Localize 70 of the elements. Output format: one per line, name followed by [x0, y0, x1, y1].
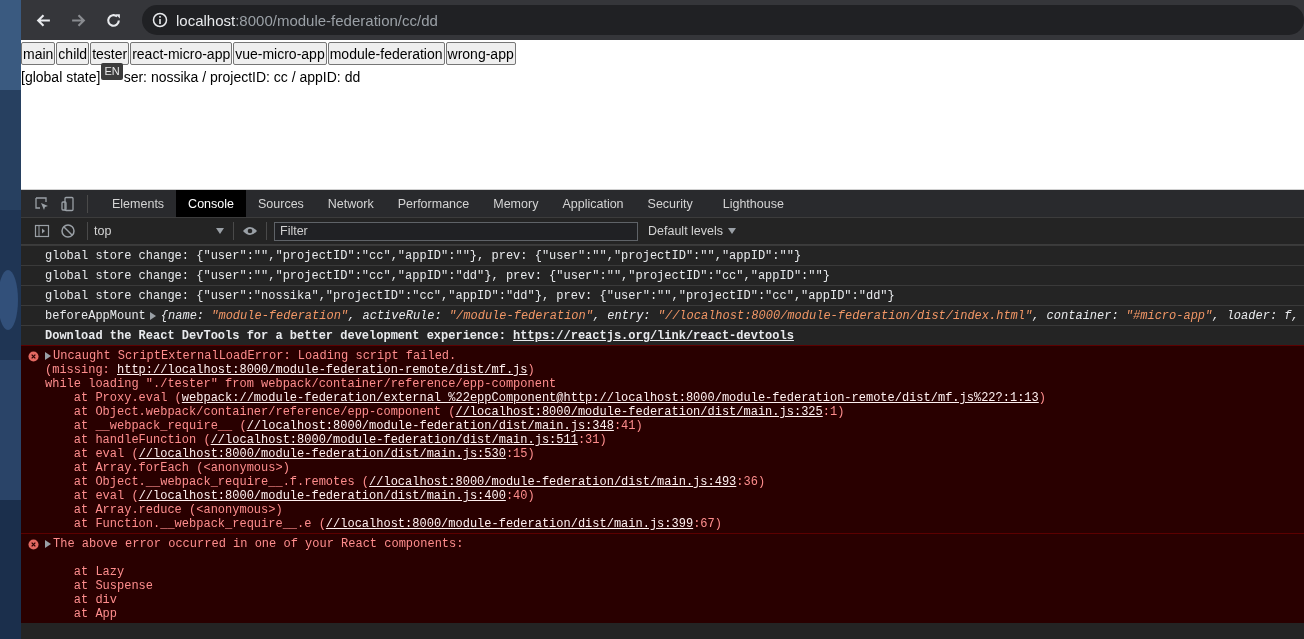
- caret-icon: [728, 228, 737, 234]
- devtools-tab[interactable]: Application: [550, 190, 636, 217]
- error-text: at Object.__webpack_require__.f.remotes (//localhost:8000/module-federation/dist/main.js:493:36): [72, 475, 766, 489]
- devtools-tab[interactable]: Elements: [100, 190, 177, 217]
- error-icon: [27, 351, 39, 362]
- nav-button[interactable]: module-federation: [327, 42, 445, 65]
- error-text: at div: [72, 593, 117, 607]
- link[interactable]: http://localhost:8000/module-federation-remote/dist/mf.js: [117, 363, 528, 377]
- console-text: beforeAppMount: [45, 309, 146, 323]
- inspect-icon[interactable]: [34, 195, 50, 212]
- devtools-tab[interactable]: Console: [176, 190, 246, 217]
- console-text: global store change: {"user":"nossika","projectID":"cc","appID":"dd"}, prev: {"user":"","projectID":"cc","appID":"dd"}: [45, 289, 895, 303]
- error-text: at eval (//localhost:8000/module-federation/dist/main.js:530:15): [72, 447, 535, 461]
- error-icon: [27, 539, 39, 550]
- devtools-tab[interactable]: Security: [635, 190, 705, 217]
- info-icon: [152, 12, 168, 28]
- devtools-tab[interactable]: Network: [315, 190, 386, 217]
- link[interactable]: //localhost:8000/module-federation/dist/main.js:493: [369, 475, 737, 489]
- devtools-tab[interactable]: Lighthouse: [710, 190, 796, 217]
- nav-button[interactable]: tester: [90, 42, 130, 65]
- devtools-tab[interactable]: Memory: [481, 190, 551, 217]
- error-text: at Array.reduce (<anonymous>): [72, 503, 283, 517]
- nav-button[interactable]: react-micro-app: [130, 42, 233, 65]
- tooltip: EN: [101, 63, 123, 80]
- error-text: at Function.__webpack_require__.e (//localhost:8000/module-federation/dist/main.js:399:67): [72, 517, 722, 531]
- nav-button[interactable]: main: [21, 42, 56, 65]
- console-text: Download the React DevTools for a better development experience: https://reactjs.org/link/react-devtools: [45, 329, 794, 343]
- reload-icon[interactable]: [105, 11, 122, 29]
- device-icon[interactable]: [60, 195, 76, 212]
- error-text: (missing: http://localhost:8000/module-federation-remote/dist/mf.js): [45, 363, 535, 377]
- devtools-tab[interactable]: Sources: [246, 190, 316, 217]
- context-select[interactable]: top: [94, 224, 227, 238]
- link[interactable]: //localhost:8000/module-federation/dist/main.js:400: [138, 489, 506, 503]
- sidebar-toggle-icon[interactable]: [34, 223, 50, 239]
- error-text: at handleFunction (//localhost:8000/module-federation/dist/main.js:511:31): [72, 433, 607, 447]
- error-text: The above error occurred in one of your React components:: [53, 537, 464, 551]
- expand-triangle-icon[interactable]: [45, 352, 51, 360]
- error-text: at eval (//localhost:8000/module-federation/dist/main.js:400:40): [72, 489, 535, 503]
- levels-dropdown[interactable]: Default levels: [648, 224, 737, 238]
- caret-icon: [216, 228, 224, 234]
- console-text: global store change: {"user":"","projectID":"cc","appID":""}, prev: {"user":"","projectID":"","appID":""}: [45, 249, 802, 263]
- nav-button[interactable]: wrong-app: [445, 42, 516, 65]
- devtools-tab[interactable]: Performance: [385, 190, 482, 217]
- global-state-text: ser: nossika / projectID: cc / appID: dd: [123, 69, 361, 85]
- link[interactable]: //localhost:8000/module-federation/dist/main.js:511: [210, 433, 578, 447]
- clear-console-icon[interactable]: [60, 223, 76, 239]
- console-text: global store change: {"user":"","projectID":"cc","appID":"dd"}, prev: {"user":"","projectID":"cc","appID":""}: [45, 269, 830, 283]
- error-text: at Proxy.eval (webpack://module-federation/external %22eppComponent@http://localhost:8000/module-federation-remote/dist/mf.js%22?:1:13): [72, 391, 1046, 405]
- link[interactable]: //localhost:8000/module-federation/dist/main.js:325: [455, 405, 823, 419]
- link[interactable]: //localhost:8000/module-federation/dist/main.js:530: [138, 447, 506, 461]
- expand-triangle-icon[interactable]: [45, 540, 51, 548]
- link[interactable]: webpack://module-federation/external %22eppComponent@http://localhost:8000/module-federation-remote/dist/mf.js%22?:1:13: [181, 391, 1039, 405]
- console-text: {name: "module-federation", activeRule: "/module-federation", entry: "//localhost:8000/module-federation/dist/index.html", container: "#micro-app", loader: f,: [160, 309, 1299, 323]
- link[interactable]: https://reactjs.org/link/react-devtools: [513, 329, 794, 343]
- filter-field[interactable]: Filter: [274, 221, 638, 241]
- address-bar[interactable]: localhost:8000/module-federation/cc/dd: [142, 5, 1304, 35]
- link[interactable]: //localhost:8000/module-federation/dist/main.js:348: [246, 419, 614, 433]
- error-text: at App: [72, 607, 117, 621]
- nav-button[interactable]: child: [56, 42, 90, 65]
- error-text: at Array.forEach (<anonymous>): [72, 461, 290, 475]
- error-text: at __webpack_require__ (//localhost:8000/module-federation/dist/main.js:348:41): [72, 419, 643, 433]
- error-text: at Object.webpack/container/reference/epp-component (//localhost:8000/module-federation/dist/main.js:325:1): [72, 405, 845, 419]
- nav-button[interactable]: vue-micro-app: [233, 42, 327, 65]
- link[interactable]: //localhost:8000/module-federation/dist/main.js:399: [325, 517, 694, 531]
- error-text: Uncaught ScriptExternalLoadError: Loading script failed.: [53, 349, 457, 363]
- expand-triangle-icon[interactable]: [149, 312, 156, 320]
- global-state-label: [global state]: [21, 69, 101, 85]
- error-text: while loading "./tester" from webpack/container/reference/epp-component: [45, 377, 557, 391]
- error-text: at Lazy: [72, 565, 125, 579]
- error-text: at Suspense: [72, 579, 154, 593]
